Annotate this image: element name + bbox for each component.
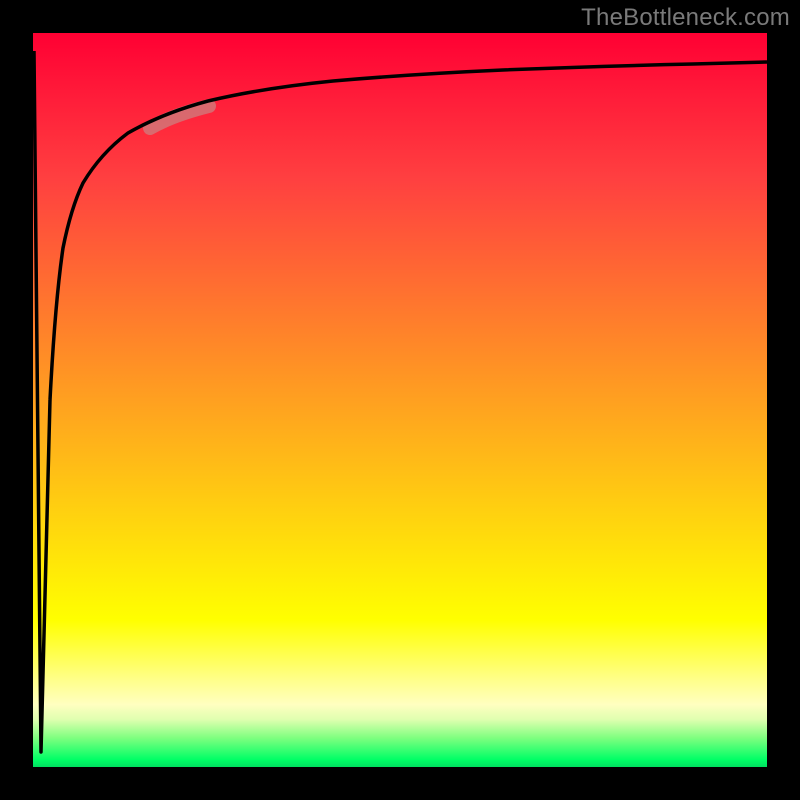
spike-path xyxy=(34,51,50,752)
highlight-segment xyxy=(150,106,209,128)
chart-frame: TheBottleneck.com xyxy=(0,0,800,800)
log-curve-path xyxy=(50,62,767,400)
plot-area xyxy=(33,33,767,767)
curve-layer xyxy=(33,33,767,767)
watermark-text: TheBottleneck.com xyxy=(581,4,790,32)
